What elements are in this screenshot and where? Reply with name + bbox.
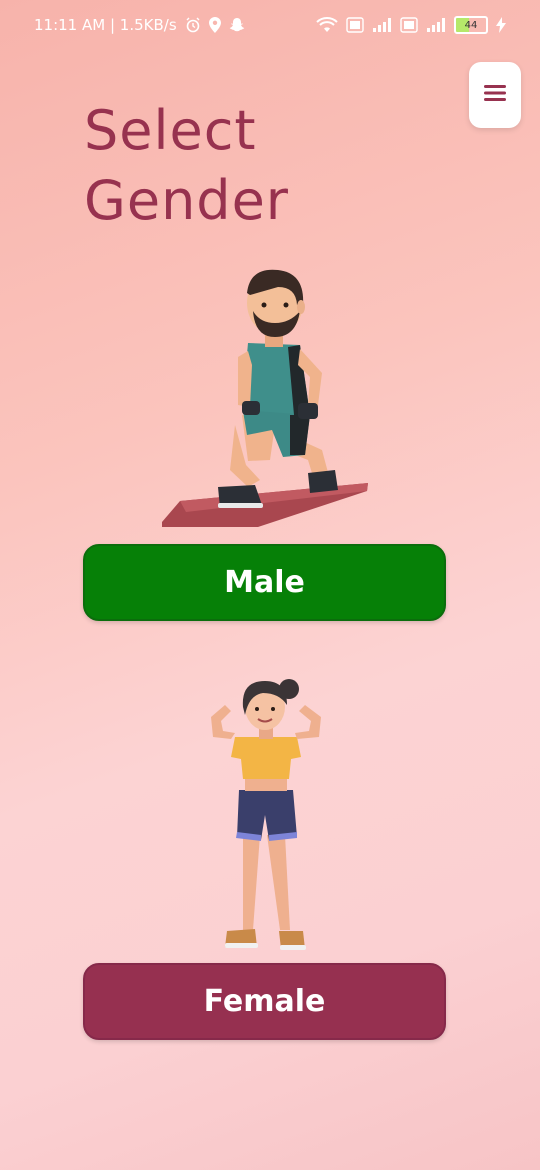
status-left: 11:11 AM | 1.5KB/s <box>34 16 245 34</box>
status-time: 11:11 AM | 1.5KB/s <box>34 16 177 34</box>
snapchat-icon <box>229 17 245 33</box>
wifi-icon <box>316 17 338 33</box>
female-illustration[interactable] <box>205 675 330 960</box>
female-button[interactable]: Female <box>83 963 446 1040</box>
male-button[interactable]: Male <box>83 544 446 621</box>
signal-icon <box>372 17 392 33</box>
signal-icon <box>426 17 446 33</box>
male-illustration[interactable] <box>150 265 380 535</box>
status-right: 44 <box>316 16 506 34</box>
volte-icon <box>346 17 364 33</box>
page-title-line2: Gender <box>84 169 289 232</box>
page-title-line1: Select <box>84 99 257 162</box>
location-icon <box>208 17 221 33</box>
battery-icon: 44 <box>454 16 488 34</box>
volte-icon <box>400 17 418 33</box>
page-title: Select Gender <box>84 96 289 236</box>
charging-icon <box>496 17 506 33</box>
alarm-icon <box>185 17 201 33</box>
status-bar: 11:11 AM | 1.5KB/s 44 <box>0 0 540 50</box>
hamburger-menu-icon <box>483 83 507 107</box>
menu-button[interactable] <box>469 62 521 128</box>
